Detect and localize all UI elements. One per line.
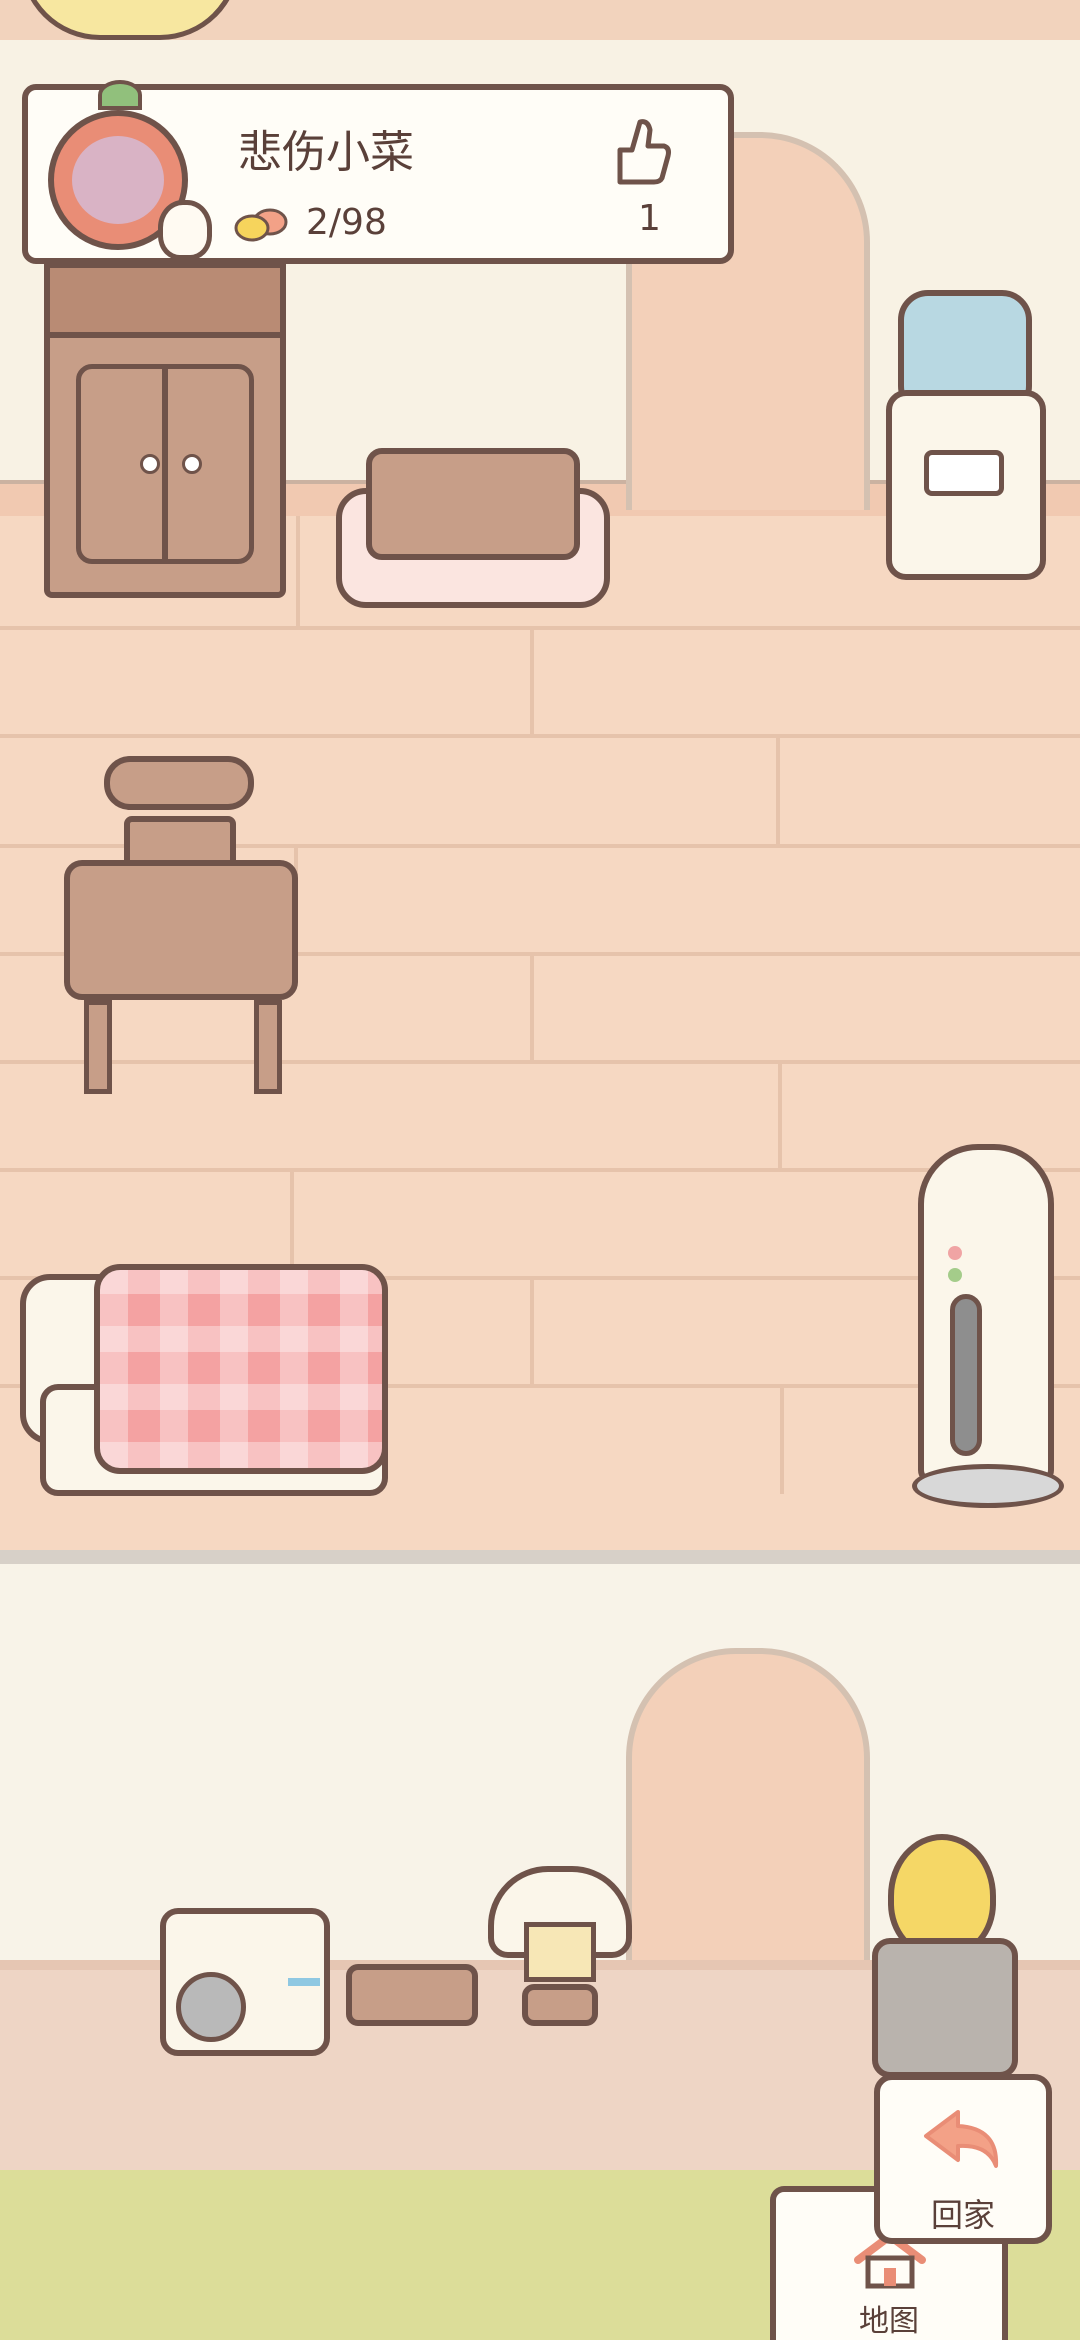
futon-bed[interactable] [20,1264,388,1498]
player-profile-card[interactable]: 悲伤小菜 2/98 1 [22,80,734,264]
wooden-chair[interactable] [64,756,298,1094]
return-arrow-icon [924,2110,999,2168]
username: 悲伤小菜 [238,127,414,178]
stone-lantern[interactable] [488,1866,632,2046]
air-conditioner-outdoor-unit[interactable] [160,1908,330,2058]
plaid-blanket [94,1264,388,1474]
like-count: 1 [638,198,661,239]
stove-with-kettle[interactable] [872,1834,1018,2080]
wooden-wardrobe[interactable] [44,262,286,598]
yellow-blob-icon [234,208,288,242]
tower-air-purifier[interactable] [912,1144,1064,1508]
room-divider [0,1550,1080,1564]
map-button-label: 地图 [859,2304,919,2339]
thumbs-up-icon[interactable] [610,116,672,186]
wardrobe-door-right [162,364,254,564]
radish-leaf-icon [98,80,142,110]
go-home-button[interactable]: 回家 [874,2074,1052,2244]
bunny-icon [158,200,212,260]
small-wooden-stool[interactable] [346,1964,478,2026]
fan-icon [176,1972,246,2042]
water-dispenser[interactable] [886,290,1046,580]
wardrobe-top-shelf [44,262,286,338]
avatar-room-preview [72,136,164,224]
go-home-label: 回家 [930,2196,995,2234]
coin-count: 2/98 [306,202,387,243]
kotatsu-table[interactable] [336,448,610,608]
arch-doorway-lower[interactable] [626,1648,870,1994]
yellow-pot-edge [20,0,240,40]
